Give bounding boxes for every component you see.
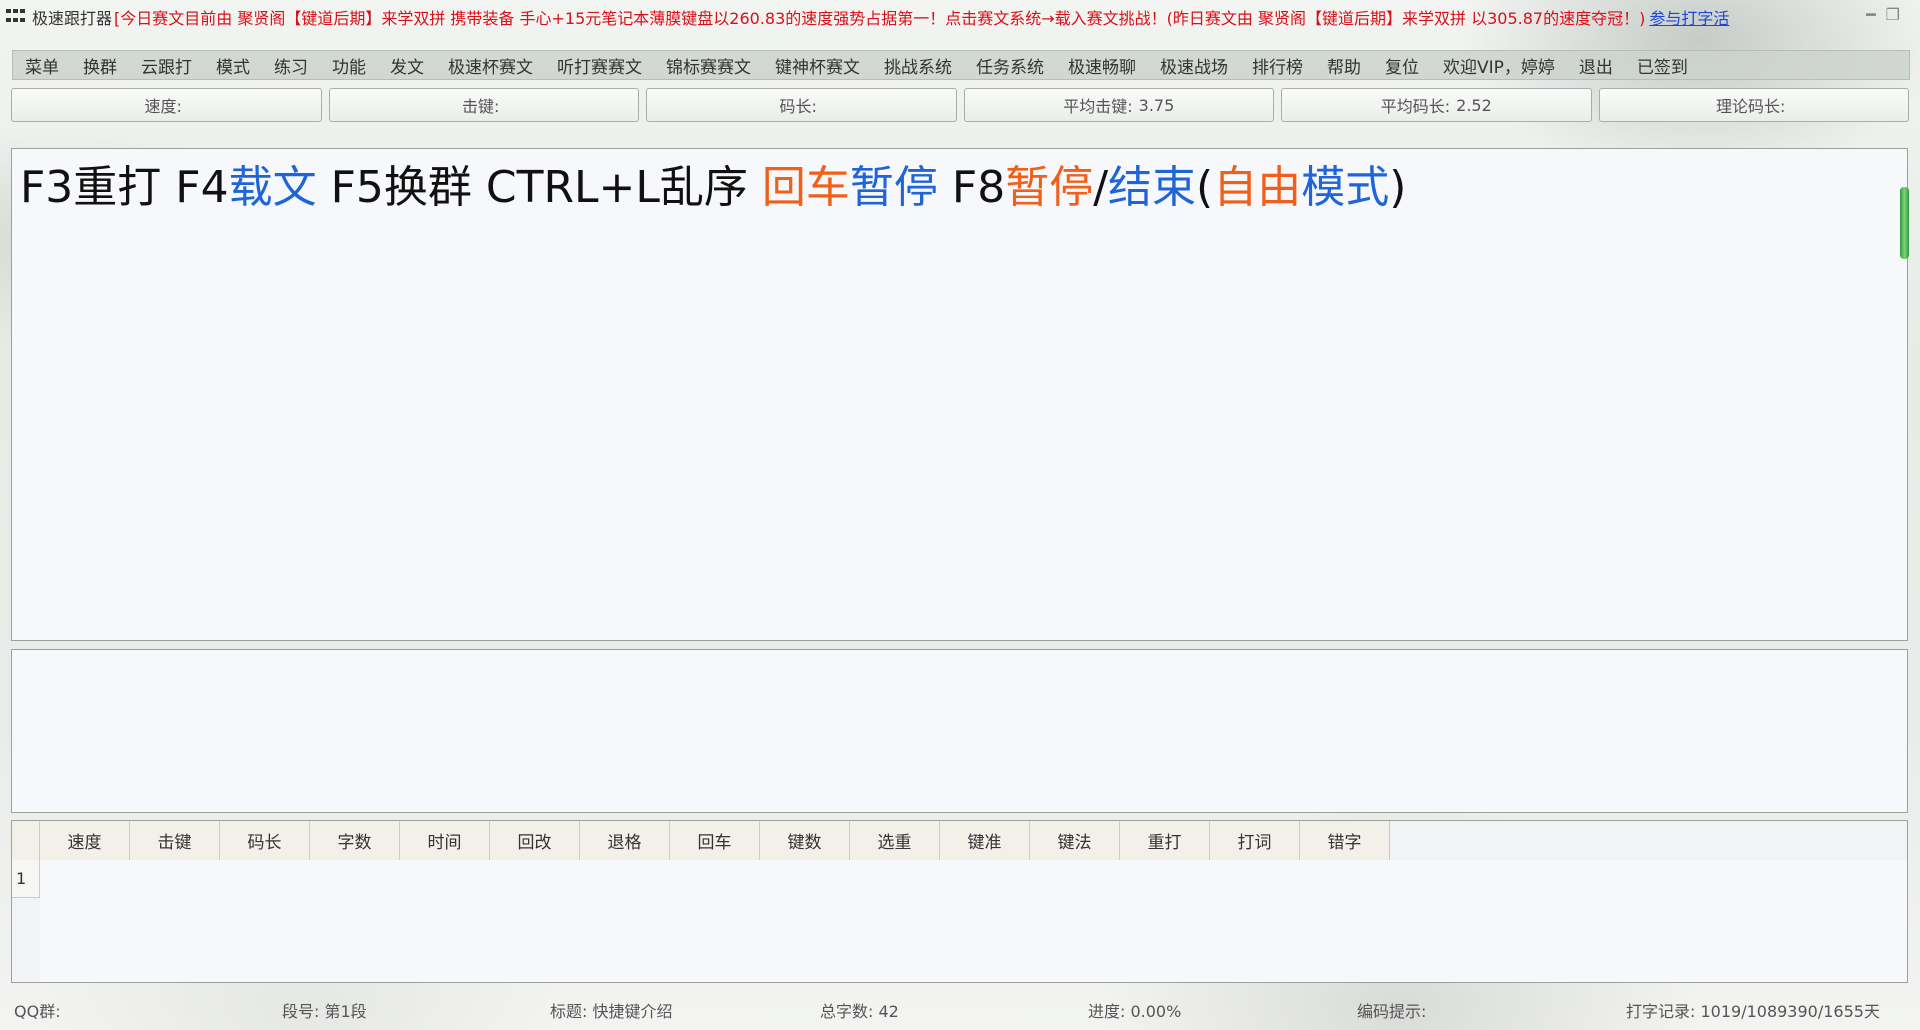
menu-grid-icon[interactable] [6, 9, 26, 25]
column-header[interactable]: 码长 [220, 821, 310, 860]
join-activity-link[interactable]: 参与打字活 [1649, 5, 1729, 29]
stat-box-5: 理论码长: [1598, 88, 1909, 122]
prompt-segment: F5换群 CTRL+L乱序 [316, 162, 762, 213]
column-header[interactable]: 回车 [670, 821, 760, 860]
menu-item-0[interactable]: 菜单 [13, 53, 71, 78]
menu-bar: 菜单 换群 云跟打 模式 练习 功能 发文 极速杯赛文 听打赛赛文 锦标赛赛文 键神杯赛文 挑战系统任… [12, 50, 1910, 80]
minimize-icon[interactable]: ━ [1866, 5, 1876, 24]
menu-item-3[interactable]: 模式 [204, 53, 262, 78]
results-table: 速度 击键 码长 字数 时间 回改 退格 回车 键数 选重 键准 键法 重打 打词 错字 1 [11, 820, 1908, 983]
menu-item-1[interactable]: 换群 [71, 53, 129, 78]
menu-item-12[interactable]: 任务系统 [964, 53, 1056, 78]
stat-label: 平均码长: [1380, 97, 1451, 116]
stat-box-3: 平均击键: 3.75 [963, 88, 1274, 122]
stat-label: 平均击键: [1063, 97, 1133, 116]
race-notice: [今日赛文目前由 聚贤阁【键道后期】来学双拼 携带装备 手心+15元笔记本薄膜键… [114, 9, 1646, 28]
prompt-segment: F8 [937, 162, 1006, 213]
column-header[interactable]: 键数 [760, 821, 850, 860]
menu-item-18[interactable]: 欢迎VIP，婷婷 [1431, 53, 1567, 78]
stat-label: 速度: [144, 97, 182, 116]
column-header[interactable]: 字数 [310, 821, 400, 860]
scroll-indicator[interactable] [1900, 187, 1909, 259]
menu-item-11[interactable]: 挑战系统 [872, 53, 964, 78]
status-bar: QQ群: 段号: 第1段 标题: 快捷键介绍 总字数: 42 进度: 0.00%… [14, 994, 1894, 1022]
prompt-segment: 载文 [228, 162, 317, 213]
status-segment: 段号: 第1段 [282, 1002, 367, 1021]
menu-item-5[interactable]: 功能 [320, 53, 378, 78]
stat-box-4: 平均码长: 2.52 [1281, 88, 1592, 122]
row-number: 1 [12, 860, 40, 898]
table-row [40, 860, 1907, 982]
column-header[interactable]: 击键 [130, 821, 220, 860]
menu-item-15[interactable]: 排行榜 [1240, 53, 1315, 78]
column-header[interactable]: 重打 [1120, 821, 1210, 860]
menu-item-4[interactable]: 练习 [262, 53, 320, 78]
status-title: 标题: 快捷键介绍 [550, 1002, 673, 1021]
status-code-hint: 编码提示: [1357, 1002, 1427, 1021]
menu-item-17[interactable]: 复位 [1373, 53, 1431, 78]
stat-label: 理论码长: [1716, 97, 1786, 116]
menu-item-16[interactable]: 帮助 [1315, 53, 1373, 78]
column-header[interactable]: 键法 [1030, 821, 1120, 860]
menu-item-20[interactable]: 已签到 [1625, 53, 1700, 78]
menu-item-8[interactable]: 听打赛赛文 [545, 53, 654, 78]
stat-value: 2.52 [1456, 95, 1492, 115]
column-header[interactable]: 回改 [490, 821, 580, 860]
menu-item-19[interactable]: 退出 [1567, 53, 1625, 78]
stat-box-1: 击键: [328, 88, 639, 122]
table-header: 速度 击键 码长 字数 时间 回改 退格 回车 键数 选重 键准 键法 重打 打词 错字 [12, 821, 1390, 861]
column-header[interactable]: 速度 [40, 821, 130, 860]
column-header[interactable]: 错字 [1300, 821, 1390, 860]
prompt-segment: 回车 [761, 162, 850, 213]
column-header[interactable]: 时间 [400, 821, 490, 860]
app-title: 极速跟打器 [32, 9, 113, 28]
prompt-segment: 暂停 [1005, 162, 1094, 213]
prompt-segment: / [1093, 162, 1109, 213]
status-total-chars: 总字数: 42 [820, 1002, 899, 1021]
stat-box-0: 速度: [11, 88, 322, 122]
typing-input-area[interactable] [11, 649, 1908, 813]
stat-box-2: 码长: [646, 88, 957, 122]
stat-value: 3.75 [1138, 95, 1175, 115]
title-bar: 极速跟打器 [今日赛文目前由 聚贤阁【键道后期】来学双拼 携带装备 手心+15元… [0, 0, 1920, 34]
table-corner [12, 821, 40, 860]
menu-item-6[interactable]: 发文 [378, 53, 436, 78]
column-header[interactable]: 退格 [580, 821, 670, 860]
article-text-panel[interactable]: F3重打 F4载文 F5换群 CTRL+L乱序 回车暂停 F8暂停/结束(自由模… [11, 148, 1909, 641]
menu-item-7[interactable]: 极速杯赛文 [436, 53, 545, 78]
column-header[interactable]: 键准 [940, 821, 1030, 860]
prompt-segment: F3重打 F4 [20, 162, 229, 213]
stat-label: 码长: [779, 97, 817, 116]
window-controls: ━ ❐ [1866, 5, 1900, 24]
menu-item-14[interactable]: 极速战场 [1148, 53, 1240, 78]
menu-item-13[interactable]: 极速畅聊 [1056, 53, 1148, 78]
stat-label: 击键: [462, 97, 500, 116]
column-header[interactable]: 选重 [850, 821, 940, 860]
prompt-segment: ( [1196, 162, 1214, 213]
prompt-segment: ) [1389, 162, 1407, 213]
restore-icon[interactable]: ❐ [1886, 5, 1900, 24]
status-progress: 进度: 0.00% [1088, 1002, 1182, 1021]
prompt-segment: 结束 [1108, 162, 1197, 213]
menu-item-10[interactable]: 键神杯赛文 [763, 53, 872, 78]
menu-item-2[interactable]: 云跟打 [129, 53, 204, 78]
status-qq-group: QQ群: [14, 1002, 61, 1021]
stats-row: 速度: 击键: 码长: 平均击键: 3.75 平均码长: 2.52 理论码长: [11, 88, 1909, 122]
shortcut-prompt: F3重打 F4载文 F5换群 CTRL+L乱序 回车暂停 F8暂停/结束(自由模… [20, 161, 1406, 215]
status-record: 打字记录: 1019/1089390/1655天 [1626, 1002, 1880, 1021]
prompt-segment: 自由 [1213, 162, 1302, 213]
prompt-segment: 模式 [1301, 162, 1390, 213]
column-header[interactable]: 打词 [1210, 821, 1300, 860]
prompt-segment: 暂停 [849, 162, 938, 213]
menu-item-9[interactable]: 锦标赛赛文 [654, 53, 763, 78]
